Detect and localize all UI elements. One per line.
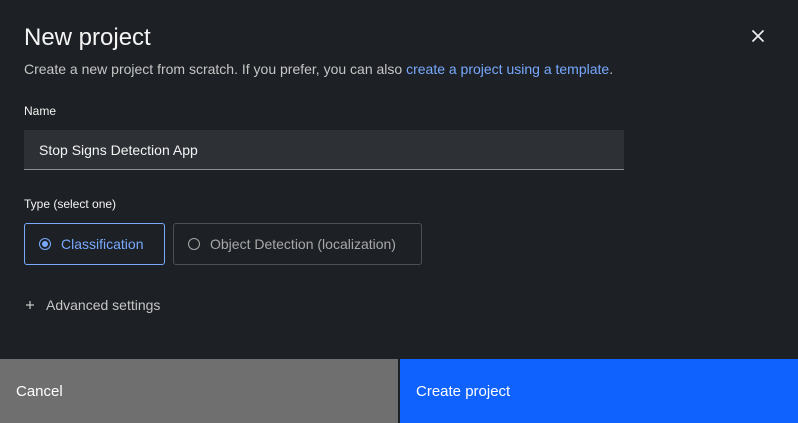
- type-option-classification[interactable]: Classification: [24, 223, 165, 265]
- close-icon: [751, 29, 765, 43]
- advanced-settings-label: Advanced settings: [46, 297, 161, 313]
- template-link[interactable]: create a project using a template: [406, 61, 609, 77]
- name-label: Name: [24, 104, 57, 118]
- cancel-button[interactable]: Cancel: [0, 359, 398, 423]
- plus-icon: [26, 301, 34, 309]
- type-option-object-detection[interactable]: Object Detection (localization): [173, 223, 422, 265]
- radio-unselected-icon: [188, 238, 200, 250]
- subtitle-end: .: [609, 61, 614, 77]
- type-option-label: Object Detection (localization): [210, 236, 396, 252]
- create-project-button[interactable]: Create project: [400, 359, 798, 423]
- advanced-settings-toggle[interactable]: Advanced settings: [24, 297, 160, 313]
- modal-footer: Cancel Create project: [0, 359, 798, 423]
- type-label: Type (select one): [24, 197, 117, 211]
- modal-title: New project: [24, 24, 151, 51]
- close-button[interactable]: [746, 24, 770, 48]
- modal-subtitle: Create a new project from scratch. If yo…: [24, 60, 613, 78]
- type-option-label: Classification: [61, 236, 144, 252]
- new-project-modal: New project Create a new project from sc…: [0, 0, 798, 423]
- project-name-input[interactable]: [24, 130, 624, 170]
- radio-selected-icon: [39, 238, 51, 250]
- subtitle-text: Create a new project from scratch. If yo…: [24, 61, 407, 77]
